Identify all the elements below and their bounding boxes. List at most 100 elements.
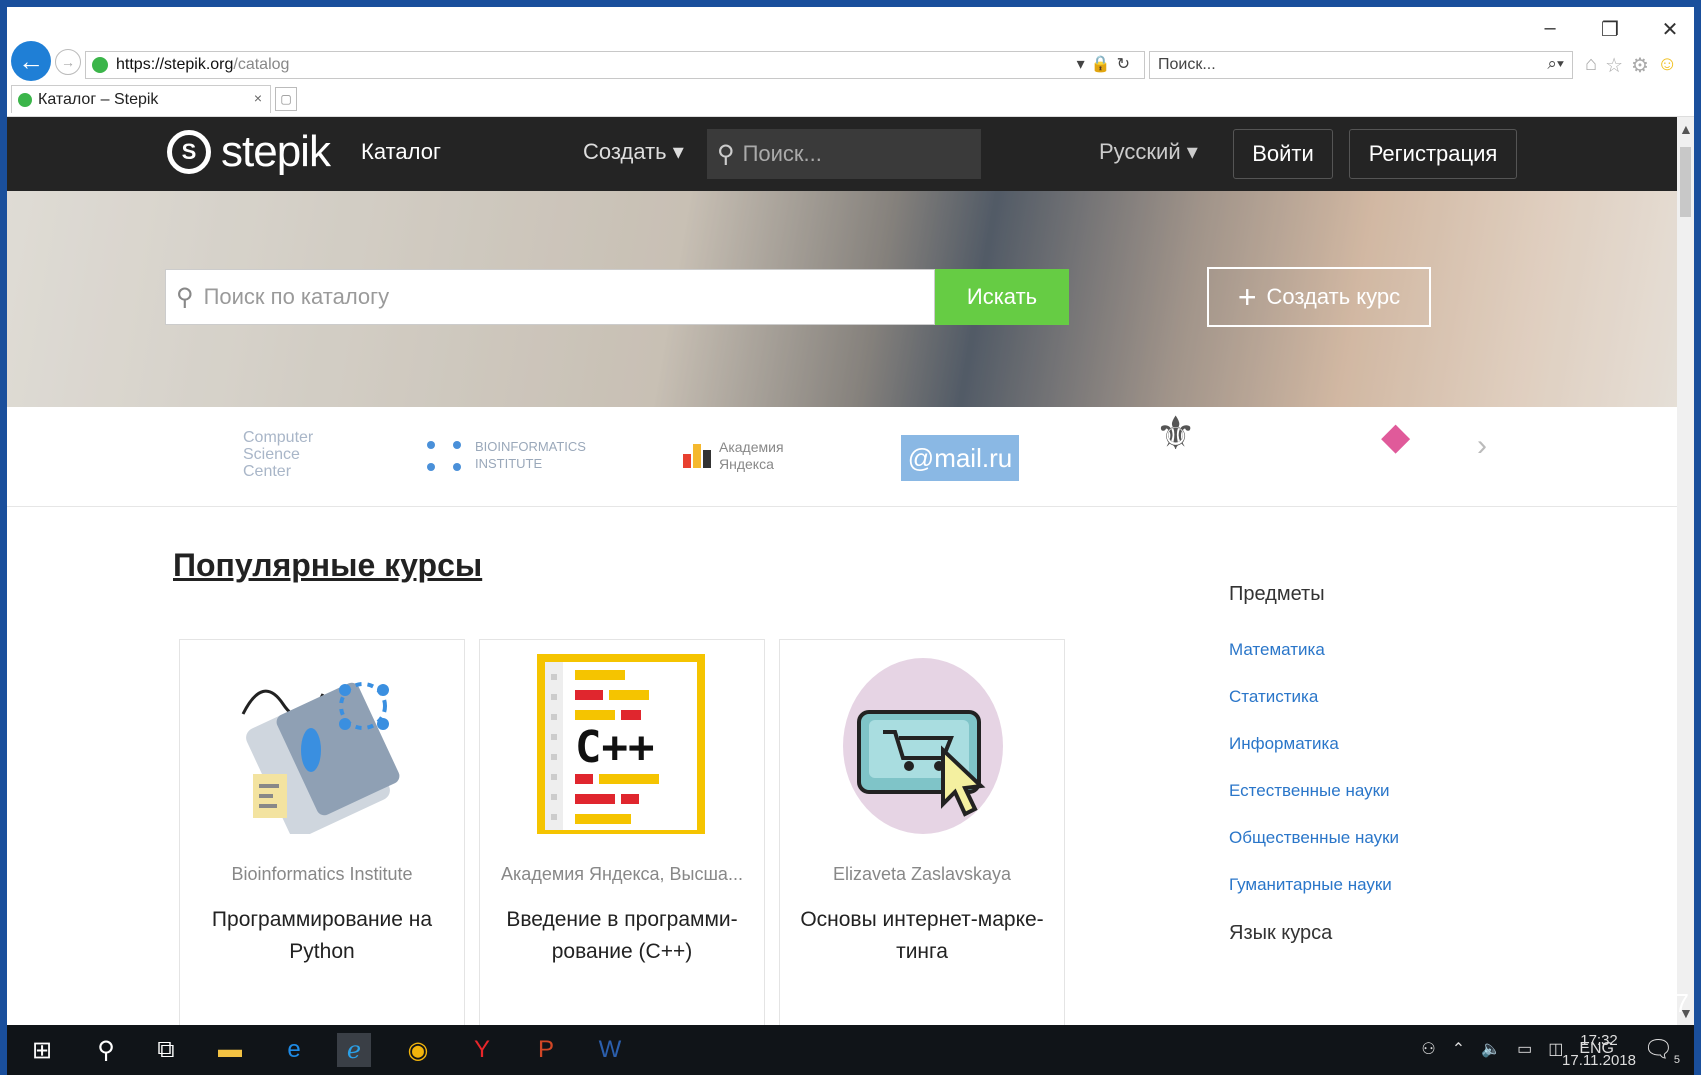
tab-catalog[interactable]: Каталог – Stepik × [11, 85, 271, 113]
restore-button[interactable]: ❐ [1598, 17, 1622, 42]
plus-icon: + [1237, 279, 1257, 315]
tab-close-icon[interactable]: × [254, 90, 262, 106]
windows-taskbar: ⊞ ⚲ ⧉ ▬ e ℯ ◉ Y P W ⚇ ⌃ 🔈 ▭ ◫ ENG 17:32 … [7, 1025, 1694, 1075]
course-title[interactable]: Введение в программи-рование (C++) [480, 904, 764, 968]
register-button[interactable]: Регистрация [1349, 129, 1517, 179]
taskbar-search-icon[interactable]: ⚲ [89, 1033, 123, 1067]
taskbar-clock[interactable]: 17:32 17.11.2018 [1562, 1031, 1636, 1071]
nav-search-input[interactable]: ⚲ Поиск... [707, 129, 981, 179]
clock-date: 17.11.2018 [1562, 1052, 1636, 1069]
subject-link[interactable]: Естественные науки [1229, 781, 1399, 803]
cpp-course-icon: C++ [537, 654, 705, 834]
edge-icon[interactable]: e [277, 1033, 311, 1067]
login-button[interactable]: Войти [1233, 129, 1333, 179]
page-scrollbar[interactable]: ▲ ▼ [1677, 117, 1694, 1025]
scroll-thumb[interactable] [1680, 147, 1691, 217]
new-tab-icon: ▢ [280, 92, 292, 106]
course-card[interactable]: Bioinformatics Institute Программировани… [179, 639, 465, 1025]
address-bar[interactable]: https://stepik.org/catalog ▾🔒↻ [85, 51, 1145, 79]
language-dropdown[interactable]: Русский ▾ [1099, 139, 1198, 165]
tab-favicon-icon [18, 92, 32, 107]
browser-search-input[interactable]: Поиск... ⌕▾ [1149, 51, 1573, 79]
nav-create-dropdown[interactable]: Создать ▾ [583, 139, 684, 165]
back-button[interactable]: ← [11, 41, 51, 81]
home-icon[interactable]: ⌂ [1585, 53, 1597, 78]
carousel-next-button[interactable]: › [1477, 431, 1487, 461]
file-explorer-icon[interactable]: ▬ [213, 1033, 247, 1067]
stepik-logo-icon: S [167, 130, 211, 174]
partner-yandex-academy-logo[interactable]: Академия Яндекса [683, 439, 784, 473]
yandex-browser-icon[interactable]: Y [465, 1033, 499, 1067]
browser-chrome: – ❐ ✕ ← → https://stepik.org/catalog ▾🔒↻… [7, 7, 1694, 117]
window-controls: – ❐ ✕ [1538, 17, 1682, 42]
subjects-heading: Предметы [1229, 583, 1325, 605]
minimize-button[interactable]: – [1538, 17, 1562, 42]
subject-link[interactable]: Информатика [1229, 734, 1399, 756]
close-window-button[interactable]: ✕ [1658, 17, 1682, 42]
stepik-logo[interactable]: S stepik [167, 127, 331, 177]
subject-link[interactable]: Математика [1229, 640, 1399, 662]
course-author: Bioinformatics Institute [231, 864, 413, 884]
people-icon[interactable]: ⚇ [1421, 1039, 1435, 1059]
create-course-button[interactable]: + Создать курс [1207, 267, 1431, 327]
chevron-up-icon[interactable]: ⌃ [1452, 1039, 1465, 1059]
csc-line-3: Center [243, 463, 292, 480]
course-title[interactable]: Основы интернет-марке-тинга [780, 904, 1064, 968]
windows-start-icon[interactable]: ⊞ [25, 1033, 59, 1067]
partner-seal-logo[interactable]: ⚜ [1155, 410, 1196, 456]
popular-courses-title[interactable]: Популярные курсы [173, 547, 482, 584]
new-tab-button[interactable]: ▢ [275, 87, 297, 111]
star-icon[interactable]: ☆ [1605, 53, 1623, 78]
catalog-search-button[interactable]: Искать [935, 269, 1069, 325]
eagle-seal-icon: ⚜ [1155, 407, 1197, 459]
browser-tools: ⌂ ☆ ⚙ ☺ [1585, 53, 1677, 78]
partner-csc-logo[interactable]: Computer Science Center [243, 429, 313, 480]
page-viewport: S stepik Каталог Создать ▾ ⚲ Поиск... Ру… [7, 117, 1677, 1025]
dropdown-icon[interactable]: ▾ [1077, 56, 1091, 73]
cpp-art-text: C++ [575, 722, 654, 773]
bio-dots-icon [427, 437, 463, 473]
nav-search-placeholder: Поиск... [742, 141, 822, 166]
yandex-blocks-icon [683, 444, 711, 468]
tab-title: Каталог – Stepik [38, 90, 159, 108]
powerpoint-icon[interactable]: P [529, 1033, 563, 1067]
subject-link[interactable]: Гуманитарные науки [1229, 875, 1399, 897]
scroll-up-icon[interactable]: ▲ [1679, 121, 1693, 137]
course-card[interactable]: C++ Академия Яндекса, Высша... Введение … [479, 639, 765, 1025]
create-course-label: Создать курс [1266, 284, 1401, 309]
notifications-icon[interactable]: 🗨5 [1643, 1035, 1680, 1066]
course-title[interactable]: Программирование на Python [180, 904, 464, 968]
task-view-icon[interactable]: ⧉ [149, 1033, 183, 1067]
smiley-icon[interactable]: ☺ [1657, 53, 1677, 78]
arrow-left-icon: ← [18, 45, 44, 76]
yandex-line-1: Академия [719, 439, 784, 455]
course-author: Академия Яндекса, Высша... [501, 864, 743, 884]
browser-search-placeholder: Поиск... [1158, 56, 1216, 73]
volume-icon[interactable]: 🔈 [1481, 1039, 1501, 1059]
site-navbar: S stepik Каталог Создать ▾ ⚲ Поиск... Ру… [7, 117, 1677, 191]
slide-number: 27 [1660, 988, 1689, 1018]
partner-bioinformatics-logo[interactable]: BIOINFORMATICS INSTITUTE [427, 437, 586, 473]
search-icon[interactable]: ⌕▾ [1547, 54, 1564, 74]
subject-link[interactable]: Статистика [1229, 687, 1399, 709]
subject-link[interactable]: Общественные науки [1229, 828, 1399, 850]
chrome-icon[interactable]: ◉ [401, 1033, 435, 1067]
lock-icon[interactable]: 🔒 [1091, 56, 1117, 73]
yandex-line-2: Яндекса [719, 456, 774, 472]
course-card[interactable]: Elizaveta Zaslavskaya Основы интернет-ма… [779, 639, 1065, 1025]
internet-explorer-icon[interactable]: ℯ [337, 1033, 371, 1067]
gear-icon[interactable]: ⚙ [1631, 53, 1649, 78]
refresh-icon[interactable]: ↻ [1117, 56, 1136, 73]
catalog-search-input[interactable]: ⚲ Поиск по каталогу [165, 269, 935, 325]
word-icon[interactable]: W [593, 1033, 627, 1067]
partner-tag-logo[interactable]: ◆ [1381, 418, 1410, 456]
battery-icon[interactable]: ▭ [1517, 1039, 1532, 1059]
subjects-sidebar: Предметы Математика Статистика Информати… [1229, 583, 1399, 945]
csc-line-2: Science [243, 446, 300, 463]
partners-carousel: Computer Science Center BIOINFORMATICS I… [7, 407, 1677, 507]
address-actions[interactable]: ▾🔒↻ [1077, 54, 1136, 74]
nav-catalog-link[interactable]: Каталог [361, 139, 441, 165]
arrow-right-icon: → [61, 54, 75, 70]
forward-button[interactable]: → [55, 49, 81, 75]
partner-mailru-logo[interactable]: @mail.ru [901, 435, 1019, 481]
